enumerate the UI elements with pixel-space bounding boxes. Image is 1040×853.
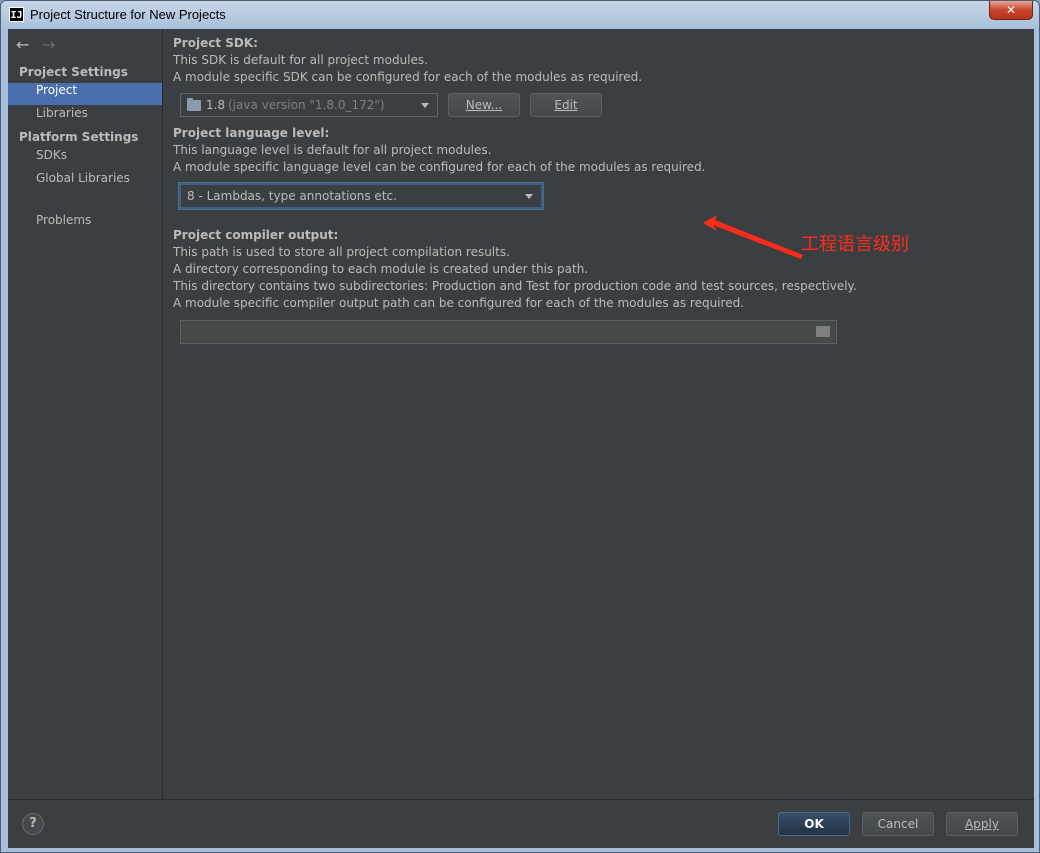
sidebar-item-project[interactable]: Project [8,83,162,105]
red-annotation-arrow-shape [703,215,803,259]
sidebar-heading-project-settings: Project Settings [19,65,128,79]
compiler-description-4: A module specific compiler output path c… [173,296,745,310]
dialog-content: ← → Project Settings Project Libraries Pl… [8,29,1034,848]
sidebar: ← → Project Settings Project Libraries Pl… [8,29,163,799]
apply-button-label: Apply [965,817,999,831]
project-structure-window: IJ Project Structure for New Projects ✕ … [0,0,1040,853]
sdk-description-1: This SDK is default for all project modu… [173,53,428,67]
nav-arrows: ← → [16,35,68,54]
sidebar-item-sdks[interactable]: SDKs [8,148,162,170]
sdk-version: 1.8 [206,98,226,112]
edit-sdk-button-label: Edit [554,98,578,112]
back-arrow-icon[interactable]: ← [16,35,42,54]
compiler-description-2: A directory corresponding to each module… [173,262,589,276]
ok-button[interactable]: OK [778,812,850,836]
close-window-button[interactable]: ✕ [989,1,1033,20]
new-sdk-button-label: New... [465,98,503,112]
folder-icon [187,98,201,111]
browse-folder-icon[interactable] [816,326,830,337]
annotation-label: 工程语言级别 [801,234,909,255]
sdk-dropdown[interactable]: 1.8 (java version "1.8.0_172") [180,93,438,117]
language-description-2: A module specific language level can be … [173,160,706,174]
chevron-down-icon [525,194,533,199]
language-section-title: Project language level: [173,126,330,140]
help-button[interactable]: ? [22,813,44,835]
chevron-down-icon [421,103,429,108]
sdk-version-detail: (java version "1.8.0_172") [228,98,385,112]
sidebar-item-libraries[interactable]: Libraries [8,106,162,128]
title-bar[interactable]: IJ Project Structure for New Projects ✕ [1,1,1039,29]
edit-sdk-button[interactable]: Edit [530,93,602,117]
compiler-output-path-input[interactable] [180,320,837,344]
intellij-app-icon: IJ [9,7,24,22]
compiler-section-title: Project compiler output: [173,228,339,242]
window-title: Project Structure for New Projects [30,7,226,22]
language-level-value: 8 - Lambdas, type annotations etc. [187,189,397,203]
project-settings-panel: Project SDK: This SDK is default for all… [163,29,1034,799]
new-sdk-button[interactable]: New... [448,93,520,117]
language-level-dropdown[interactable]: 8 - Lambdas, type annotations etc. [179,183,543,209]
cancel-button[interactable]: Cancel [862,812,934,836]
forward-arrow-icon[interactable]: → [42,35,68,54]
language-description-1: This language level is default for all p… [173,143,492,157]
sdk-description-2: A module specific SDK can be configured … [173,70,643,84]
sidebar-heading-platform-settings: Platform Settings [19,130,139,144]
apply-button[interactable]: Apply [946,812,1018,836]
sidebar-item-problems[interactable]: Problems [8,213,162,235]
compiler-description-1: This path is used to store all project c… [173,245,510,259]
compiler-description-3: This directory contains two subdirectori… [173,279,857,293]
red-annotation-arrow [703,215,803,259]
dialog-footer: ? OK Cancel Apply [8,799,1034,848]
sidebar-item-global-libraries[interactable]: Global Libraries [8,171,162,193]
sdk-section-title: Project SDK: [173,36,258,50]
